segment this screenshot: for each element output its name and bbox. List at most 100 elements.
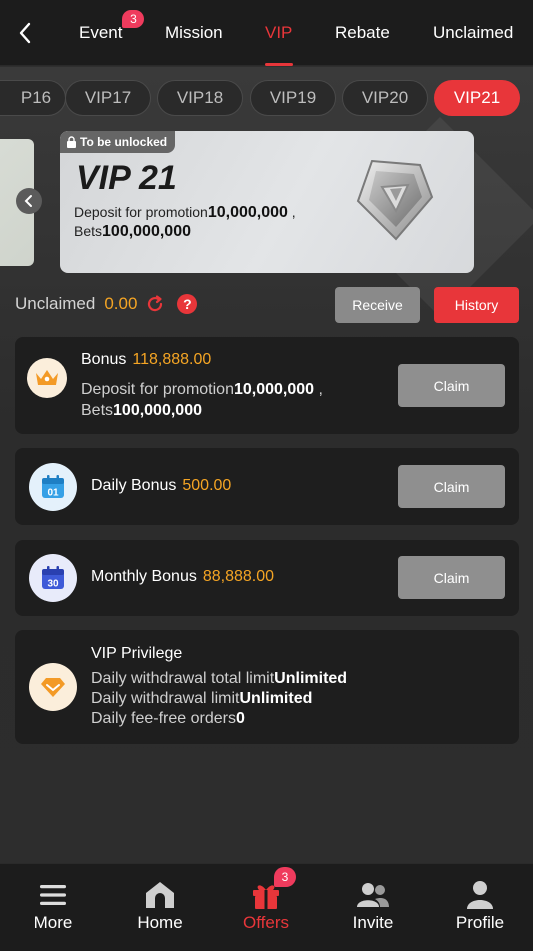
bonus-requirements: Deposit for promotion10,000,000 , Bets10… (81, 379, 323, 421)
nav-home[interactable]: Home (107, 864, 213, 951)
daily-bonus-card: 01 Daily Bonus 500.00 Claim (15, 448, 519, 525)
vip-level-pill[interactable]: VIP18 (157, 80, 243, 116)
calendar-icon: 01 (29, 463, 77, 511)
vip-level-pill[interactable]: P16 (0, 80, 66, 116)
tab-unclaimed[interactable]: Unclaimed (433, 0, 513, 66)
vip-content: P16 VIP17 VIP18 VIP19 VIP20 VIP21 To be … (0, 67, 533, 863)
vip-level-card: To be unlocked VIP 21 Deposit for promot… (60, 131, 474, 273)
locked-badge: To be unlocked (60, 131, 176, 153)
event-count-badge: 3 (122, 10, 145, 28)
tab-event[interactable]: Event 3 (79, 0, 145, 66)
privilege-value: Unlimited (274, 670, 348, 687)
bonus-amount: 118,888.00 (132, 351, 212, 368)
tab-rebate-label: Rebate (335, 23, 390, 42)
unclaimed-label: Unclaimed (15, 294, 96, 313)
history-button[interactable]: History (434, 287, 519, 323)
vip-level-label: VIP19 (269, 88, 317, 107)
vip-level-label: VIP20 (361, 88, 409, 107)
tab-mission[interactable]: Mission (165, 0, 223, 66)
bets-label: Bets (74, 223, 103, 239)
vip-level-label: VIP17 (84, 88, 132, 107)
privilege-row: Daily withdrawal total limitUnlimited (91, 670, 347, 688)
claim-daily-bonus-button[interactable]: Claim (398, 465, 505, 508)
deposit-label: Deposit for promotion (74, 204, 208, 220)
tab-vip[interactable]: VIP (264, 0, 294, 66)
calendar-icon: 30 (29, 554, 77, 602)
bottom-navigation: More Home 3 Offers Invite Profile (0, 863, 533, 951)
vip-level-pill[interactable]: VIP20 (342, 80, 428, 116)
vip-card-requirements: Deposit for promotion10,000,000 , Bets10… (74, 204, 296, 240)
privilege-value: Unlimited (239, 690, 313, 707)
monthly-bonus-card: 30 Monthly Bonus 88,888.00 Claim (15, 540, 519, 616)
user-icon (463, 878, 497, 912)
top-tab-bar: Event 3 Mission VIP Rebate Unclaimed (0, 0, 533, 66)
nav-profile-label: Profile (455, 913, 505, 932)
chevron-left-icon (24, 195, 32, 207)
tab-mission-label: Mission (165, 23, 223, 42)
nav-home-label: Home (137, 913, 183, 932)
offers-count-badge: 3 (274, 867, 296, 887)
bonus-title: Bonus 118,888.00 (81, 351, 211, 369)
unclaimed-value: 0.00 (104, 294, 138, 313)
menu-icon (36, 878, 70, 912)
nav-invite[interactable]: Invite (320, 864, 426, 951)
daily-bonus-amount: 500.00 (182, 477, 232, 494)
crown-icon (27, 358, 67, 398)
locked-badge-label: To be unlocked (80, 135, 168, 149)
privilege-label: Daily withdrawal total limit (91, 670, 275, 687)
tab-vip-label: VIP (265, 23, 293, 42)
deposit-suffix: , (314, 381, 323, 398)
home-icon (143, 878, 177, 912)
vip-gem-badge-icon (356, 159, 434, 241)
unclaimed-summary: Unclaimed 0.00 ? (15, 294, 198, 314)
claim-monthly-bonus-button[interactable]: Claim (398, 556, 505, 599)
claim-bonus-button[interactable]: Claim (398, 364, 505, 407)
bonus-card: Bonus 118,888.00 Deposit for promotion10,… (15, 337, 519, 434)
receive-button[interactable]: Receive (335, 287, 420, 323)
back-button[interactable] (10, 18, 40, 48)
privilege-label: Daily withdrawal limit (91, 690, 240, 707)
carousel-prev-button[interactable] (16, 188, 42, 214)
privilege-label: Daily fee-free orders (91, 710, 236, 727)
vip-privilege-title: VIP Privilege (91, 645, 183, 662)
deposit-label: Deposit for promotion (81, 381, 234, 398)
tab-event-label: Event (79, 23, 123, 42)
nav-offers[interactable]: 3 Offers (213, 864, 319, 951)
vip-privilege-card: VIP Privilege Daily withdrawal total lim… (15, 630, 519, 744)
nav-offers-label: Offers (243, 913, 289, 932)
monthly-bonus-amount: 88,888.00 (202, 568, 275, 585)
chevron-left-icon (19, 22, 31, 44)
deposit-value: 10,000,000 (207, 204, 288, 221)
daily-bonus-label: Daily Bonus (91, 477, 177, 494)
monthly-bonus-label: Monthly Bonus (91, 568, 197, 585)
monthly-bonus-title: Monthly Bonus 88,888.00 (91, 568, 274, 586)
nav-more-label: More (33, 913, 73, 932)
nav-more[interactable]: More (0, 864, 106, 951)
bonus-title-label: Bonus (81, 351, 127, 368)
refresh-icon[interactable] (145, 294, 165, 314)
privilege-row: Daily fee-free orders0 (91, 710, 245, 728)
daily-bonus-title: Daily Bonus 500.00 (91, 477, 231, 495)
deposit-value: 10,000,000 (233, 381, 315, 398)
svg-text:30: 30 (47, 579, 59, 590)
svg-text:01: 01 (47, 488, 59, 499)
vip-level-label: VIP21 (453, 88, 501, 107)
vip-level-pill[interactable]: VIP17 (65, 80, 151, 116)
privilege-value: 0 (235, 710, 245, 727)
vip-level-label: P16 (20, 88, 52, 107)
nav-profile[interactable]: Profile (427, 864, 533, 951)
diamond-icon (29, 663, 77, 711)
bets-value: 100,000,000 (102, 223, 191, 240)
lock-icon (67, 136, 76, 148)
users-icon (356, 878, 390, 912)
help-icon[interactable]: ? (177, 294, 198, 314)
tab-rebate[interactable]: Rebate (335, 0, 390, 66)
bets-value: 100,000,000 (113, 402, 202, 419)
tab-unclaimed-label: Unclaimed (433, 23, 514, 42)
vip-level-pill[interactable]: VIP19 (250, 80, 336, 116)
bets-label: Bets (81, 402, 114, 419)
vip-card-title: VIP 21 (76, 159, 177, 197)
vip-level-pill-active[interactable]: VIP21 (434, 80, 520, 116)
privilege-row: Daily withdrawal limitUnlimited (91, 690, 312, 708)
nav-invite-label: Invite (352, 913, 394, 932)
